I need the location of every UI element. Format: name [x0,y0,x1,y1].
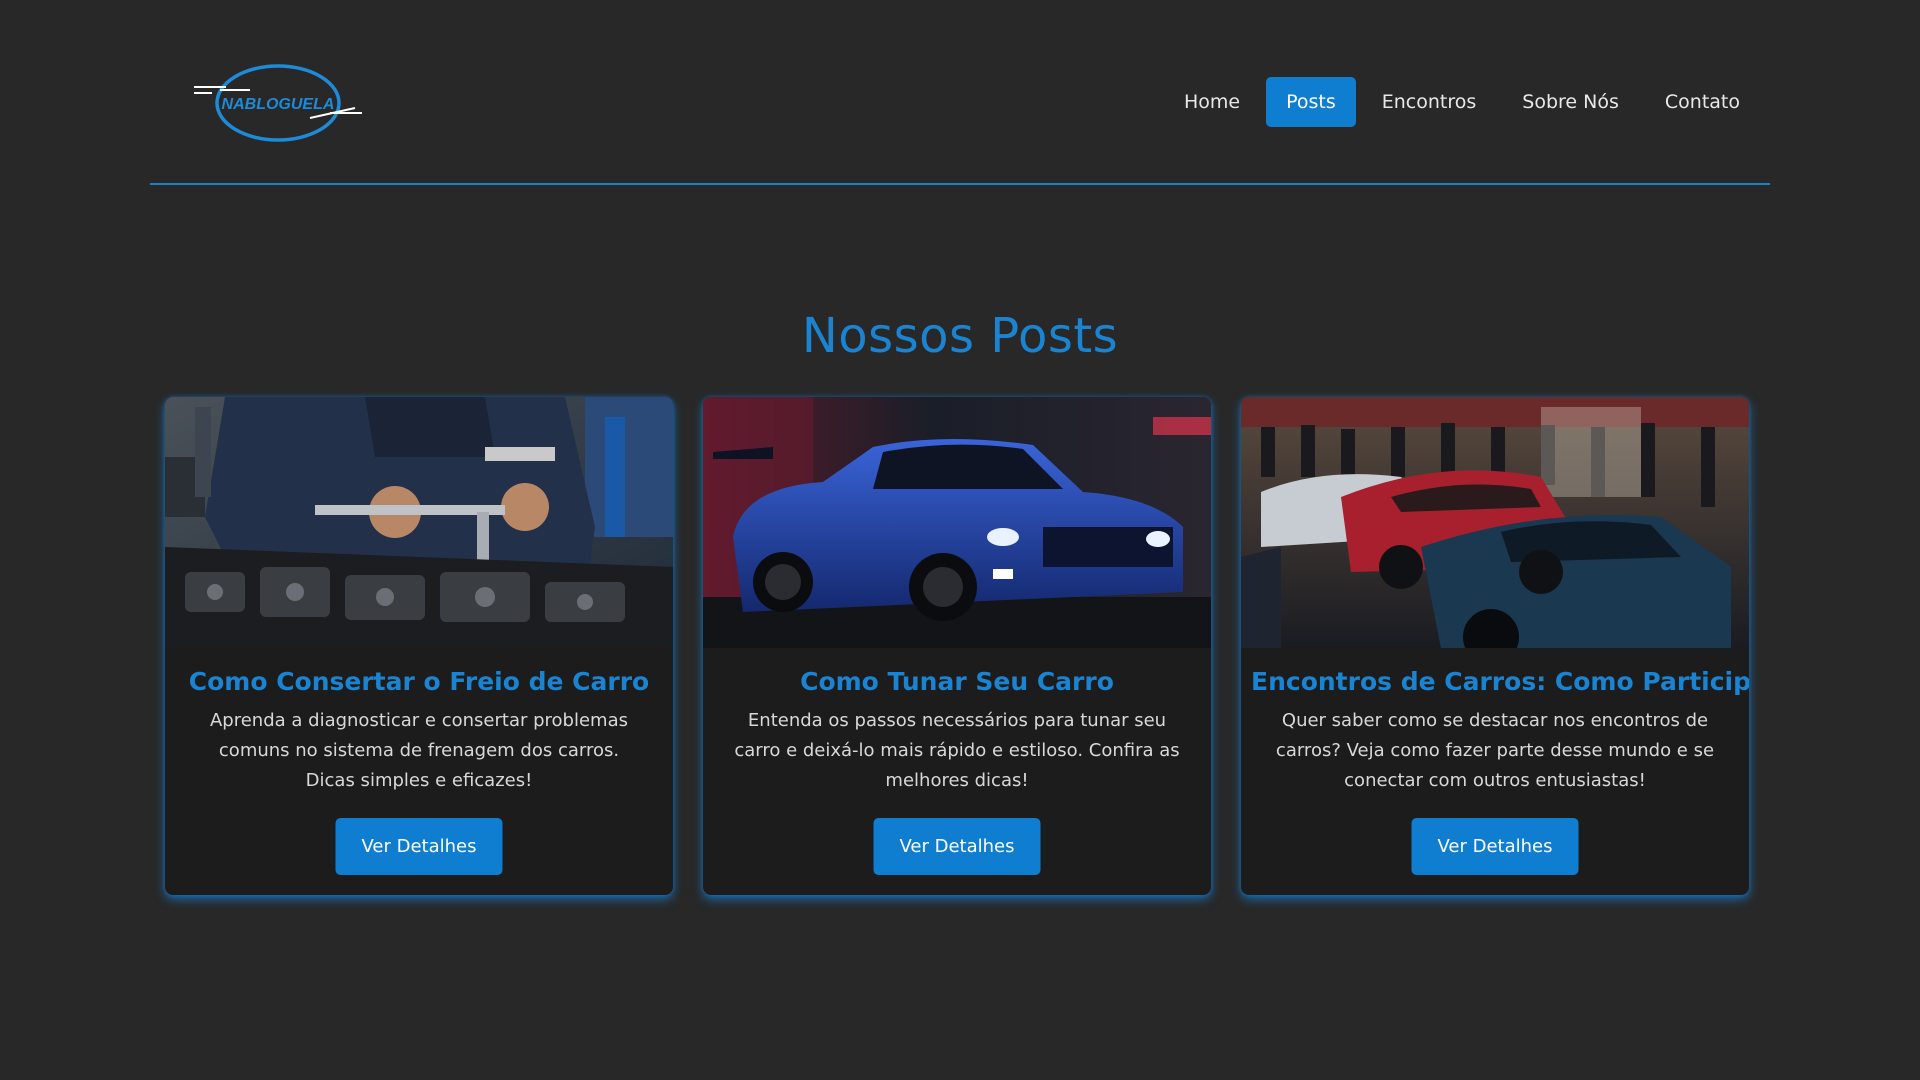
nav-item-encontros[interactable]: Encontros [1362,77,1497,127]
post-image-mechanic[interactable] [165,397,673,648]
post-title[interactable]: Encontros de Carros: Como Participar [1251,666,1749,698]
logo-emblem-icon: NABLOGUELA [194,64,362,142]
post-title[interactable]: Como Consertar o Freio de Carro [175,666,663,698]
site-logo[interactable]: NABLOGUELA [190,60,365,146]
post-image-sports-car[interactable] [703,397,1211,648]
nav-item-posts[interactable]: Posts [1266,77,1356,127]
post-title[interactable]: Como Tunar Seu Carro [713,666,1201,698]
view-details-button[interactable]: Ver Detalhes [1411,818,1579,875]
post-description: Entenda os passos necessários para tunar… [734,710,1180,791]
page: NABLOGUELA Home Posts Encontros Sobre Nó… [0,0,1920,1080]
post-description: Quer saber como se destacar nos encontro… [1275,710,1715,791]
site-header: NABLOGUELA Home Posts Encontros Sobre Nó… [150,0,1770,185]
nav-item-sobre-nos[interactable]: Sobre Nós [1502,77,1639,127]
view-details-button[interactable]: Ver Detalhes [335,818,503,875]
mechanic-photo-icon [165,397,673,648]
post-card: Encontros de Carros: Como Participar Que… [1241,397,1749,895]
post-card: Como Consertar o Freio de Carro Aprenda … [165,397,673,895]
view-details-button[interactable]: Ver Detalhes [873,818,1041,875]
post-image-car-meet[interactable] [1241,397,1749,648]
post-card: Como Tunar Seu Carro Entenda os passos n… [703,397,1211,895]
posts-grid: Como Consertar o Freio de Carro Aprenda … [165,397,1749,895]
post-description: Aprenda a diagnosticar e consertar probl… [209,710,628,791]
page-title: Nossos Posts [801,308,1119,364]
nav-item-contato[interactable]: Contato [1645,77,1760,127]
svg-text:NABLOGUELA: NABLOGUELA [222,96,335,113]
blue-car-photo-icon [703,397,1211,648]
nav-item-home[interactable]: Home [1164,77,1260,127]
main-nav: Home Posts Encontros Sobre Nós Contato [1164,77,1760,127]
car-meet-photo-icon [1241,397,1749,648]
